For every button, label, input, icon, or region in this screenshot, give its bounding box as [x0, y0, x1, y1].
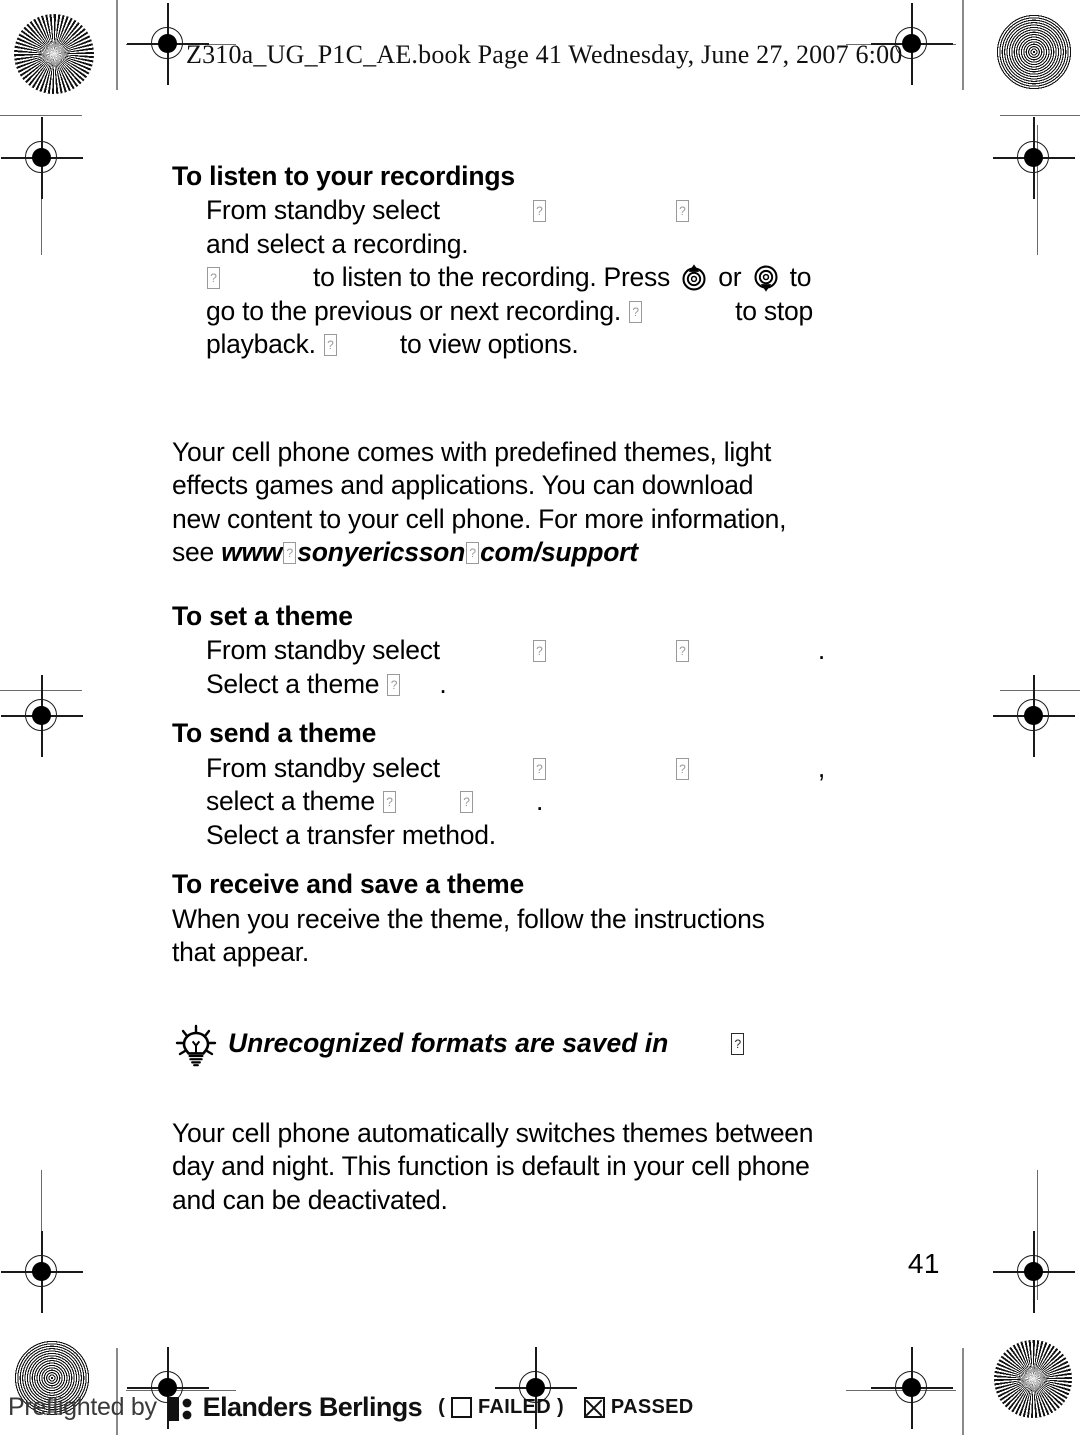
missing-glyph-icon — [675, 200, 689, 223]
crosshair-registration-target — [871, 1347, 953, 1429]
instruction-text: From standby select — [206, 635, 440, 666]
crosshair-registration-target — [993, 675, 1075, 757]
instruction-line: When you receive the theme, follow the i… — [172, 903, 765, 934]
heading-listen-to-recordings: To listen to your recordings — [172, 161, 515, 191]
preflight-label: Preflighted by — [8, 1393, 157, 1421]
instruction-line: and select a recording. — [172, 228, 942, 262]
elanders-logo-icon — [165, 1393, 199, 1423]
crop-line-mid-right — [1000, 115, 1080, 117]
instruction-line: From standby select — [172, 194, 942, 228]
instruction-punct: . — [817, 635, 825, 666]
tip-callout: Unrecognized formats are saved in — [172, 1024, 942, 1066]
instruction-text: to view options. — [399, 329, 579, 360]
instruction-punct: . — [439, 668, 447, 699]
close-paren: ) — [556, 1396, 564, 1418]
preflight-passed-result: PASSED — [578, 1396, 694, 1419]
missing-glyph-icon — [387, 673, 401, 696]
auto-theme-line: and can be deactivated. — [172, 1184, 448, 1215]
themes-intro-line: new content to your cell phone. For more… — [172, 503, 787, 534]
preflight-failed-result: ( FAILED ) — [438, 1396, 564, 1419]
instruction-line: From standby select, — [172, 752, 942, 786]
crosshair-registration-target — [993, 1231, 1075, 1313]
heading-set-a-theme: To set a theme — [172, 600, 353, 631]
missing-glyph-icon — [382, 791, 396, 814]
url-part: com/support — [480, 537, 638, 568]
instruction-text: and select a recording. — [206, 228, 469, 259]
tip-text: Unrecognized formats are saved in — [228, 1027, 669, 1058]
nav-key-down-icon — [751, 263, 781, 293]
lightbulb-tip-icon — [174, 1024, 218, 1068]
open-paren: ( — [438, 1396, 446, 1418]
crosshair-registration-target — [1, 1231, 83, 1313]
instruction-line: go to the previous or next recording. to… — [172, 295, 942, 329]
auto-theme-line: Your cell phone automatically switches t… — [172, 1117, 814, 1148]
instruction-text: playback. — [206, 329, 316, 360]
instruction-line: that appear. — [172, 937, 309, 968]
instruction-text: to — [789, 262, 812, 293]
missing-glyph-icon — [675, 757, 689, 780]
instruction-punct: , — [817, 752, 825, 783]
failed-label: FAILED — [478, 1396, 551, 1418]
instruction-punct: . — [535, 786, 544, 817]
trim-line-right — [962, 0, 964, 90]
crosshair-registration-target — [993, 117, 1075, 199]
missing-glyph-icon — [532, 200, 546, 223]
trim-line-right-bottom — [962, 1348, 964, 1435]
support-url: www sonyericsson com/support — [221, 537, 638, 567]
instruction-text: Select a theme — [206, 668, 380, 699]
heading-receive-and-save-a-theme: To receive and save a theme — [172, 869, 525, 900]
passed-checkbox[interactable] — [583, 1397, 605, 1418]
preflight-brand: Elanders Berlings — [202, 1392, 423, 1422]
url-part: sonyericsson — [297, 537, 466, 568]
instruction-text: From standby select — [206, 752, 440, 783]
failed-checkbox[interactable] — [451, 1397, 473, 1418]
page-number: 41 — [907, 1248, 940, 1279]
themes-intro-line: effects games and applications. You can … — [172, 470, 754, 501]
missing-glyph-icon — [466, 542, 480, 565]
preflight-footer: Preflighted by Elanders Berlings ( FAILE… — [8, 1392, 693, 1423]
see-label: see — [172, 537, 214, 568]
missing-glyph-icon — [675, 640, 689, 663]
page-content: To listen to your recordings From standb… — [172, 160, 942, 1217]
instruction-line: to listen to the recording. Press or — [172, 261, 942, 295]
instruction-text: From standby select — [206, 195, 440, 226]
moire-registration-mark — [996, 14, 1072, 90]
url-part: www — [221, 537, 283, 568]
missing-glyph-icon — [283, 542, 297, 565]
passed-label: PASSED — [610, 1396, 694, 1418]
instruction-line: playback. to view options. — [172, 328, 942, 362]
missing-glyph-icon — [532, 640, 546, 663]
heading-send-a-theme: To send a theme — [172, 718, 377, 749]
missing-glyph-icon — [323, 334, 337, 357]
instruction-text: go to the previous or next recording. — [206, 295, 621, 326]
instruction-text: or — [718, 262, 742, 293]
instruction-line: Select a theme . — [172, 668, 942, 702]
running-head: Z310a_UG_P1C_AE.book Page 41 Wednesday, … — [186, 40, 903, 69]
missing-glyph-icon — [532, 757, 546, 780]
scanned-page: Z310a_UG_P1C_AE.book Page 41 Wednesday, … — [0, 0, 1080, 1435]
missing-glyph-icon — [731, 1032, 745, 1055]
instruction-line: select a theme . — [172, 785, 942, 819]
crosshair-registration-target — [1, 117, 83, 199]
instruction-text: select a theme — [206, 786, 375, 817]
missing-glyph-icon — [459, 791, 473, 814]
missing-glyph-icon — [629, 300, 643, 323]
themes-intro-line: Your cell phone comes with predefined th… — [172, 436, 772, 467]
instruction-line: From standby select. — [172, 634, 942, 668]
instruction-text: to stop — [735, 295, 813, 326]
nav-key-up-icon — [679, 263, 709, 293]
trim-line-left — [116, 0, 118, 90]
crosshair-registration-target — [1, 675, 83, 757]
missing-glyph-icon — [207, 267, 220, 290]
instruction-text: to listen to the recording. Press — [313, 262, 671, 293]
starburst-registration-mark — [14, 14, 94, 94]
starburst-registration-mark — [994, 1340, 1072, 1418]
instruction-line: Select a transfer method. — [206, 819, 496, 850]
auto-theme-line: day and night. This function is default … — [172, 1151, 810, 1182]
themes-support-url-line: see www sonyericsson com/support — [172, 536, 942, 570]
